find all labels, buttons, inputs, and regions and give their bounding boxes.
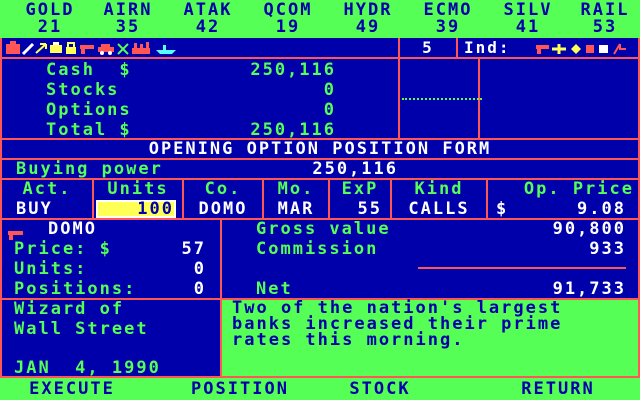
total-value: 250,116 (250, 120, 336, 140)
bolt-icon[interactable] (613, 43, 626, 55)
month-field[interactable]: MAR (264, 199, 328, 219)
ticker-price: 53 (592, 17, 618, 37)
ticker-price: 42 (195, 17, 221, 37)
cash-value: 250,116 (250, 60, 336, 80)
units-value[interactable]: 100 (96, 199, 174, 219)
portfolio-summary: Cash $ 250,116 Stocks 0 Options 0 Total $ 25… (46, 60, 336, 140)
stock-price-value: 57 (181, 239, 206, 259)
stocks-value: 0 (323, 80, 336, 100)
pencil-icon[interactable] (21, 42, 35, 56)
square-icon[interactable] (586, 45, 594, 53)
current-date: JAN 4, 1990 (14, 358, 161, 378)
portfolio-chart-baseline (402, 98, 482, 100)
return-button[interactable]: RETURN (494, 379, 622, 399)
frame-left-edge (0, 38, 2, 378)
ticker-item: GOLD 21 (14, 2, 86, 36)
options-row: Options 0 (46, 100, 336, 120)
ticker-price: 49 (355, 17, 381, 37)
form-title: OPENING OPTION POSITION FORM (148, 139, 492, 159)
gross-value: 90,800 (552, 219, 626, 239)
ticker-price: 19 (275, 17, 301, 37)
arrow-icon[interactable] (35, 43, 47, 54)
tools-icon[interactable] (117, 43, 129, 55)
net-label: Net (256, 279, 293, 299)
execute-button[interactable]: EXECUTE (0, 379, 144, 399)
ticker-item: HYDR 49 (332, 2, 404, 36)
options-label: Options (46, 100, 132, 120)
ticker-item: ATAK 42 (172, 2, 244, 36)
divider-toolbar-b (456, 38, 458, 59)
commission-value: 933 (589, 239, 626, 259)
ticker-item: AIRN 35 (92, 2, 164, 36)
ship-icon[interactable] (156, 45, 176, 54)
stock-symbol: DOMO (48, 219, 97, 239)
ticker-item: QCOM 19 (252, 2, 324, 36)
ticker-item: RAIL 53 (570, 2, 640, 36)
ticker-price: 21 (37, 17, 63, 37)
gross-label: Gross value (256, 219, 391, 239)
header-exercise-price: ExP (341, 179, 379, 199)
printer-icon[interactable] (50, 42, 62, 53)
company-field[interactable]: DOMO (184, 199, 262, 219)
exercise-price-field[interactable]: 55 (330, 199, 382, 219)
divider-portfolio-chart (398, 59, 400, 139)
stocks-row: Stocks 0 (46, 80, 336, 100)
stock-positions-label: Positions: (14, 279, 137, 299)
app-title-line2: Wall Street (14, 319, 149, 339)
car-icon[interactable] (98, 44, 114, 55)
ticker-price: 39 (435, 17, 461, 37)
plane-icon[interactable] (552, 44, 566, 54)
factory-icon[interactable] (132, 42, 150, 54)
cash-label: Cash $ (46, 60, 132, 80)
header-company: Co. (204, 179, 242, 199)
lock-icon[interactable] (66, 42, 76, 54)
briefcase-icon[interactable] (6, 41, 20, 54)
stock-price-label: Price: $ (14, 239, 112, 259)
stock-positions-value: 0 (193, 279, 206, 299)
action-field[interactable]: BUY (16, 199, 90, 219)
buying-power-label: Buying power (16, 159, 163, 179)
option-price-symbol: $ (496, 199, 509, 219)
header-kind: Kind (414, 179, 464, 199)
news-panel: Two of the nation's largest banks increa… (222, 300, 638, 376)
kind-field[interactable]: CALLS (392, 199, 486, 219)
total-row: Total $ 250,116 (46, 120, 336, 140)
divider-toolbar-bottom (0, 57, 640, 59)
position-button[interactable]: POSITION (160, 379, 320, 399)
cash-row: Cash $ 250,116 (46, 60, 336, 80)
news-text: Two of the nation's largest banks increa… (232, 298, 563, 350)
header-units: Units (107, 179, 169, 199)
stock-button[interactable]: STOCK (330, 379, 430, 399)
net-value: 91,733 (552, 279, 626, 299)
industry-icons (536, 41, 636, 55)
options-value: 0 (323, 100, 336, 120)
ticker: GOLD 21 AIRN 35 ATAK 42 QCOM 19 HYDR 49 ECMO 3… (0, 2, 640, 38)
stock-units-label: Units: (14, 259, 88, 279)
position-count: 5 (422, 38, 434, 57)
header-month: Mo. (277, 179, 315, 199)
ticker-item: SILV 41 (492, 2, 564, 36)
ticker-item: ECMO 39 (412, 2, 484, 36)
toolbar-icons (6, 40, 196, 56)
header-action: Act. (22, 179, 72, 199)
gun-icon[interactable] (80, 45, 94, 54)
commission-label: Commission (256, 239, 379, 259)
option-price-field[interactable]: 9.08 (520, 199, 626, 219)
ticker-price: 35 (115, 17, 141, 37)
buying-power-value: 250,116 (312, 159, 398, 179)
total-label: Total $ (46, 120, 132, 140)
ticker-price: 41 (515, 17, 541, 37)
diamond-icon[interactable] (571, 44, 581, 54)
app-title-line1: Wizard of (14, 299, 125, 319)
box-icon[interactable] (599, 45, 608, 53)
gun-icon[interactable] (536, 45, 549, 54)
gun-icon (8, 225, 24, 240)
stock-units-value: 0 (193, 259, 206, 279)
net-underline (418, 267, 626, 269)
industry-label: Ind: (464, 38, 511, 57)
header-option-price: Op. Price (523, 179, 634, 199)
stocks-label: Stocks (46, 80, 120, 100)
